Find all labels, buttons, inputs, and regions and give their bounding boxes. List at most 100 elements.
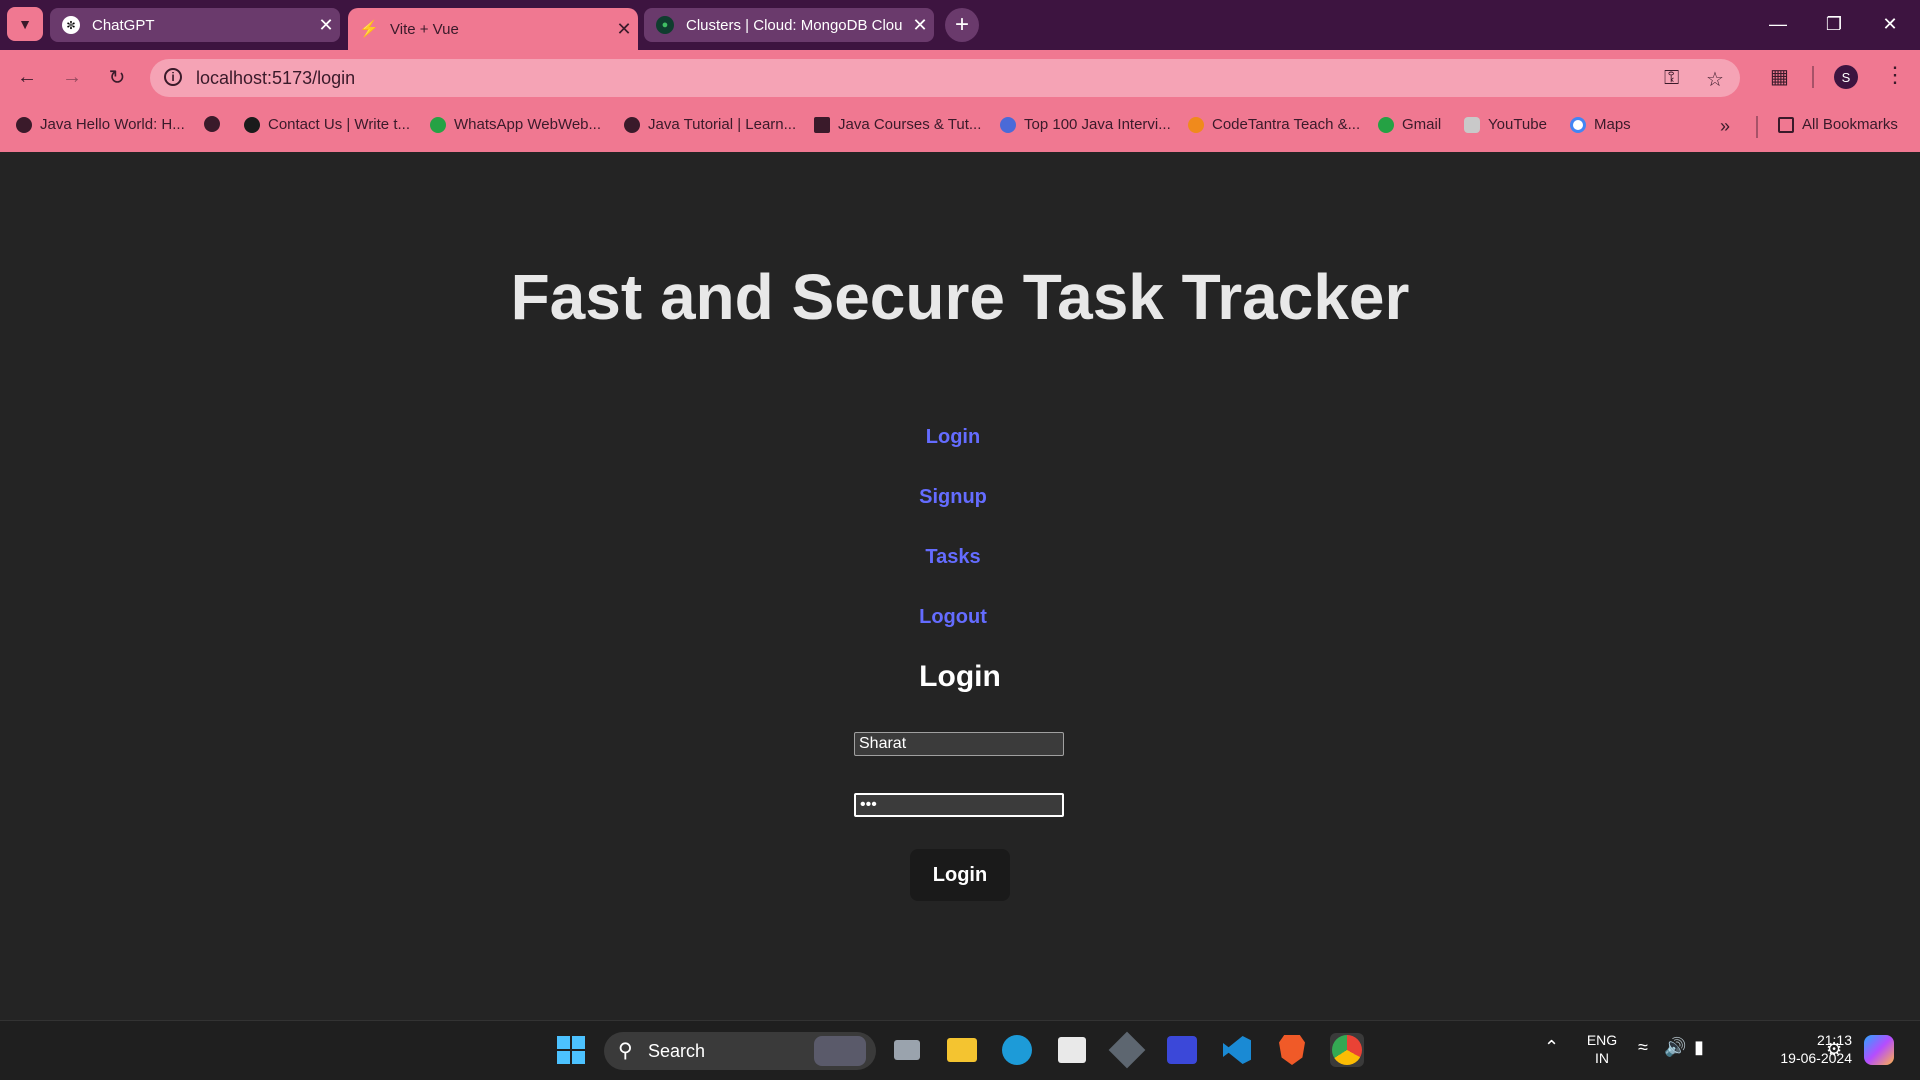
tab-title: ChatGPT [92,16,155,34]
password-key-icon[interactable]: ⚿ [1664,67,1679,90]
tab-mongodb[interactable]: ● Clusters | Cloud: MongoDB Clou ✕ [644,8,934,42]
bookmark-label: Maps [1594,116,1631,133]
bookmark-item[interactable]: WhatsApp WebWeb... [430,116,601,133]
more-bookmarks-button[interactable]: » [1720,116,1730,137]
close-window-button[interactable]: ✕ [1862,0,1918,48]
vscode-button[interactable] [1220,1033,1254,1067]
store-button[interactable] [1055,1033,1089,1067]
bookmark-star-icon[interactable]: ☆ [1706,67,1724,92]
bookmark-label: Top 100 Java Intervi... [1024,116,1171,133]
bookmark-item[interactable]: Maps [1570,116,1631,133]
bookmark-item[interactable]: Java Hello World: H... [16,116,185,133]
start-button[interactable] [554,1033,588,1067]
chrome-button[interactable] [1330,1033,1364,1067]
back-button[interactable]: ← [10,60,44,94]
github-icon [244,116,260,133]
login-button[interactable]: Login [910,849,1010,901]
bookmark-item[interactable]: CodeTantra Teach &... [1188,116,1360,133]
settings-gear-icon[interactable]: ⚙ [1826,1039,1842,1060]
bookmark-item[interactable] [204,116,228,132]
taskbar-search[interactable]: ⚲ Search [604,1032,876,1070]
profile-initial: S [1841,69,1851,85]
close-tab-icon[interactable]: ✕ [610,19,638,40]
tab-chatgpt[interactable]: ✼ ChatGPT ✕ [50,8,340,42]
tab-vite-vue[interactable]: ⚡ Vite + Vue ✕ [348,8,638,50]
more-menu-icon[interactable]: ⋮ [1884,62,1906,88]
file-explorer-button[interactable] [945,1033,979,1067]
bookmark-label: Java Courses & Tut... [838,116,982,133]
edge-button[interactable] [1000,1033,1034,1067]
page-title: Fast and Secure Task Tracker [510,261,1410,333]
wifi-icon[interactable]: ≈ [1638,1037,1648,1058]
bookmark-label: YouTube [1488,116,1547,133]
nav-link-tasks[interactable]: Tasks [0,546,1906,569]
mongodb-leaf-icon: ● [656,16,674,34]
chrome-icon [1332,1035,1362,1065]
new-tab-button[interactable]: + [945,8,979,42]
bookmark-label: CodeTantra Teach &... [1212,116,1361,133]
language-indicator[interactable]: ENG IN [1582,1031,1622,1067]
folder-icon [1778,116,1794,133]
bookmark-label: Java Tutorial | Learn... [648,116,797,133]
bookmarks-divider [1756,116,1758,138]
bookmark-item[interactable]: YouTube [1464,116,1547,133]
plus-icon: + [954,11,969,38]
search-highlight-icon [814,1036,866,1066]
bookmark-item[interactable]: Top 100 Java Intervi... [1000,116,1171,133]
bookmark-label: Gmail [1402,116,1442,133]
volume-icon[interactable]: 🔊 [1664,1037,1686,1058]
hex-app-icon [1108,1031,1146,1069]
tab-search-button[interactable]: ▼ [7,7,43,41]
restore-button[interactable]: ❐ [1806,0,1862,48]
vscode-icon [1223,1036,1251,1064]
google-icon [1570,116,1586,133]
course-icon [814,116,830,133]
password-input[interactable] [854,793,1064,817]
chevron-up-icon[interactable]: ⌃ [1544,1037,1559,1058]
page-content: Fast and Secure Task Tracker Login Signu… [0,152,1920,1020]
nav-link-signup[interactable]: Signup [0,486,1906,509]
extensions-puzzle-icon[interactable]: ▦ [1770,64,1789,89]
reload-button[interactable]: ↻ [100,60,134,94]
bookmark-item[interactable]: Gmail [1378,116,1441,133]
task-view-icon [894,1040,920,1060]
bookmark-label: Java Hello World: H... [40,116,185,133]
double-chevron-right-icon: » [1720,116,1731,136]
whatsapp-icon [430,116,446,133]
interview-icon [1000,116,1016,133]
toolbar-divider [1812,66,1814,88]
username-input[interactable] [854,732,1064,756]
all-bookmarks-button[interactable]: All Bookmarks [1778,116,1898,133]
bookmark-item[interactable]: Java Tutorial | Learn... [624,116,796,133]
arrow-left-icon: ← [17,65,37,88]
nav-link-login[interactable]: Login [0,426,1906,449]
minimize-icon: — [1769,13,1787,34]
chatgpt-logo-icon: ✼ [62,16,80,34]
site-info-icon[interactable]: i [164,68,182,86]
vite-logo-icon: ⚡ [359,21,379,38]
profile-avatar[interactable]: S [1834,65,1858,89]
bookmark-item[interactable]: Contact Us | Write t... [244,116,410,133]
reload-icon: ↻ [108,66,126,89]
battery-icon[interactable]: ▮ [1694,1037,1704,1058]
address-bar[interactable]: i localhost:5173/login ⚿ ☆ [150,59,1740,97]
copilot-icon[interactable] [1864,1035,1894,1065]
url-text[interactable]: localhost:5173/login [196,68,355,89]
task-view-button[interactable] [890,1033,924,1067]
bookmark-label: Contact Us | Write t... [268,116,410,133]
minimize-button[interactable]: — [1750,0,1806,48]
store-icon [1058,1037,1086,1063]
windows-taskbar: ⚲ Search ⌃ ENG IN ≈ 🔊 ▮ 21:13 19-06-2024… [0,1020,1920,1080]
search-icon: ⚲ [618,1040,633,1062]
whatsapp-icon [1378,116,1394,133]
close-tab-icon[interactable]: ✕ [312,15,340,36]
brave-button[interactable] [1275,1033,1309,1067]
app-button[interactable] [1165,1033,1199,1067]
bookmarks-bar: Java Hello World: H... Contact Us | Writ… [0,102,1920,152]
browser-toolbar: ← → ↻ i localhost:5173/login ⚿ ☆ ▦ S ⋮ [0,50,1920,102]
app-button[interactable] [1108,1031,1146,1069]
close-tab-icon[interactable]: ✕ [906,15,934,36]
nav-link-logout[interactable]: Logout [0,606,1906,629]
bookmark-item[interactable]: Java Courses & Tut... [814,116,981,133]
forward-button[interactable]: → [55,60,89,94]
